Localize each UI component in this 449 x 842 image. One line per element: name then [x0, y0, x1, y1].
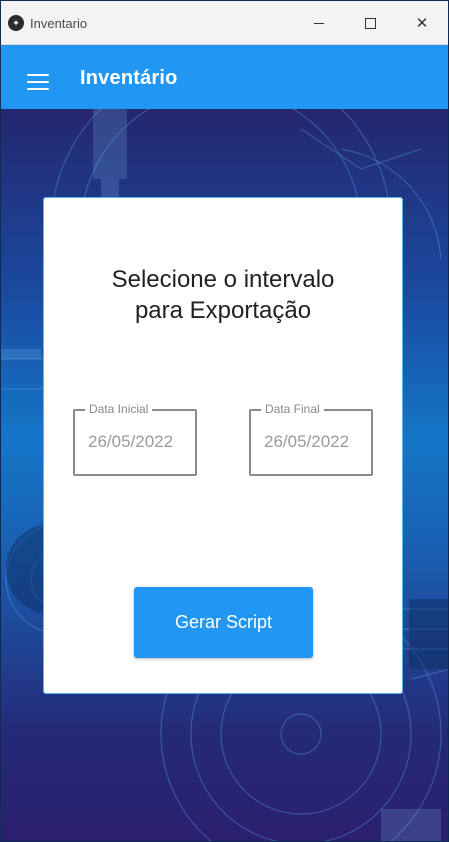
hamburger-menu-button[interactable]	[27, 74, 49, 90]
window-titlebar[interactable]: ✦ Inventario ✕	[1, 1, 448, 45]
window-title: Inventario	[30, 16, 88, 31]
export-card: Selecione o intervalo para Exportação Da…	[43, 197, 403, 694]
generate-script-button[interactable]: Gerar Script	[134, 587, 313, 658]
end-date-value[interactable]: 26/05/2022	[264, 432, 349, 452]
minimize-button[interactable]	[305, 10, 333, 36]
export-title: Selecione o intervalo para Exportação	[44, 264, 402, 326]
maximize-icon	[364, 17, 376, 29]
app-window: ✦ Inventario ✕ Inventário Selecione o in…	[0, 0, 449, 842]
hamburger-line	[27, 88, 49, 90]
top-app-bar: Inventário	[1, 45, 448, 109]
appbar-title: Inventário	[80, 67, 178, 89]
close-button[interactable]: ✕	[408, 10, 436, 36]
export-title-line2: para Exportação	[134, 297, 312, 324]
export-title-line1: Selecione o intervalo	[111, 266, 335, 293]
hamburger-menu-icon	[27, 74, 49, 76]
start-date-label: Data Inicial	[85, 402, 153, 416]
end-date-field[interactable]: Data Final 26/05/2022	[249, 402, 373, 476]
end-date-label: Data Final	[261, 402, 324, 416]
kivy-icon: ✦	[8, 15, 24, 31]
maximize-button[interactable]	[356, 10, 384, 36]
start-date-field[interactable]: Data Inicial 26/05/2022	[73, 402, 197, 476]
start-date-value[interactable]: 26/05/2022	[88, 432, 173, 452]
minimize-icon	[314, 22, 324, 24]
close-icon: ✕	[415, 14, 429, 32]
hamburger-line	[27, 81, 49, 83]
